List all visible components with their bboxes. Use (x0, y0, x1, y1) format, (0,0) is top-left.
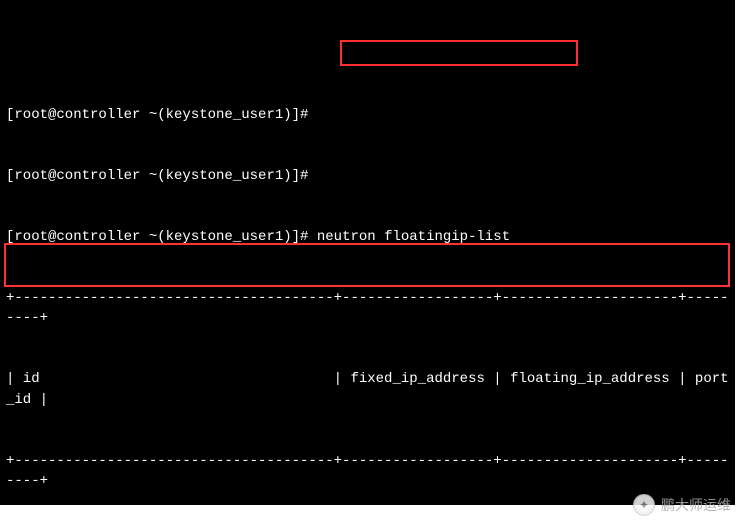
watermark: ✦ 鹏大师运维 (633, 494, 731, 516)
table-border: +--------------------------------------+… (6, 288, 729, 329)
watermark-text: 鹏大师运维 (661, 495, 731, 515)
table-border: +--------------------------------------+… (6, 451, 729, 492)
wechat-icon: ✦ (633, 494, 655, 516)
prompt: [root@controller ~(keystone_user1)]# (6, 107, 308, 123)
terminal-line: [root@controller ~(keystone_user1)]# (6, 166, 729, 186)
terminal-window[interactable]: [root@controller ~(keystone_user1)]# [ro… (0, 0, 735, 505)
table-header: | id | fixed_ip_address | floating_ip_ad… (6, 369, 729, 410)
command-text: neutron floatingip-list (317, 229, 510, 245)
terminal-line: [root@controller ~(keystone_user1)]# (6, 105, 729, 125)
prompt: [root@controller ~(keystone_user1)]# (6, 168, 308, 184)
prompt: [root@controller ~(keystone_user1)]# (6, 229, 308, 245)
highlight-box-cmd-delete (4, 243, 730, 287)
terminal-line: [root@controller ~(keystone_user1)]# neu… (6, 227, 729, 247)
highlight-box-cmd-list (340, 40, 578, 66)
